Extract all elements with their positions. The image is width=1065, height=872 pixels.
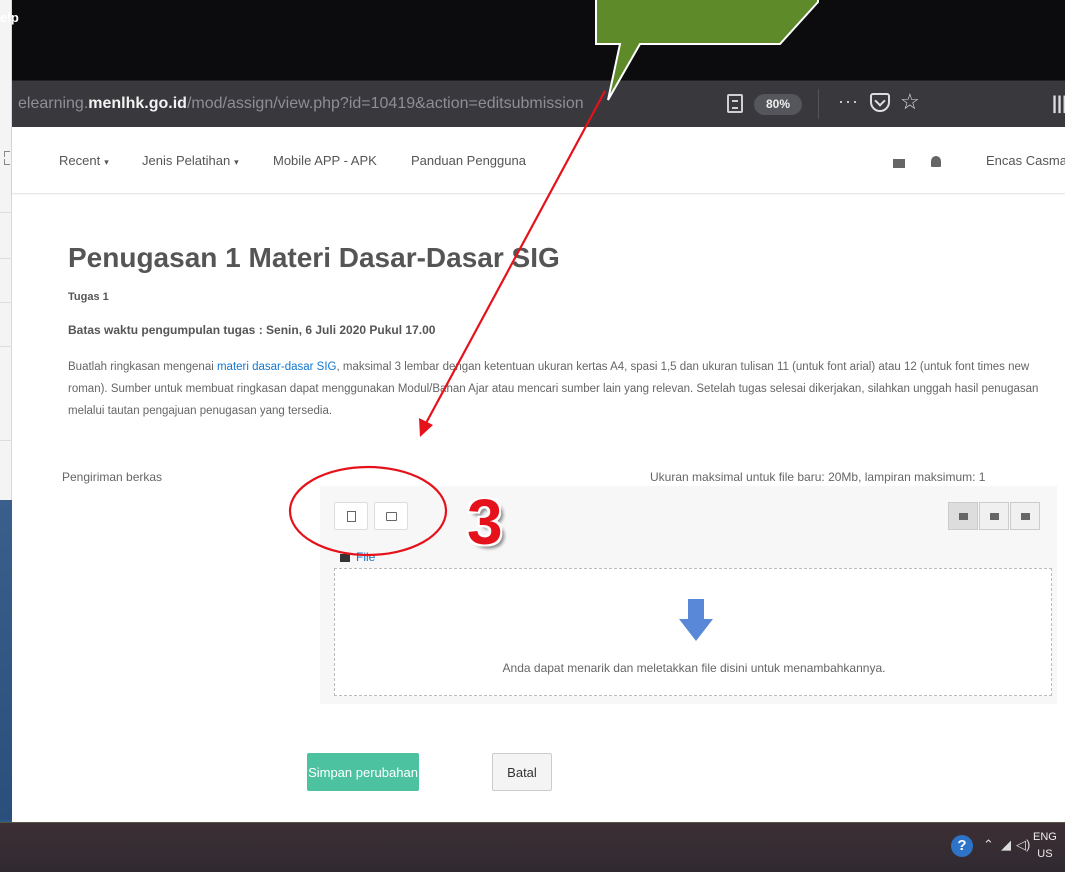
url-text[interactable]: elearning.menlhk.go.id/mod/assign/view.p… [18,95,584,113]
file-size-info: Ukuran maksimal untuk file baru: 20Mb, l… [650,470,986,484]
file-dropzone[interactable]: Anda dapat menarik dan meletakkan file d… [334,568,1052,696]
help-menu[interactable]: elp [0,10,60,25]
save-changes-button[interactable]: Simpan perubahan [307,753,419,791]
folder-icon [386,512,397,521]
system-tray: ? ⌃ ◢ ◁) ENG US [905,823,1065,872]
windows-taskbar: ? ⌃ ◢ ◁) ENG US [0,822,1065,872]
down-arrow-icon [679,599,713,641]
deadline-text: Batas waktu pengumpulan tugas : Senin, 6… [68,323,436,337]
grid-icon [959,513,968,520]
page-actions-icon[interactable]: ··· [838,91,859,112]
reader-view-icon[interactable] [727,94,743,113]
toolbar-divider [818,89,819,119]
browser-window: elp elearning.menlhk.go.id/mod/assign/vi… [0,0,1065,822]
user-menu[interactable]: Encas Casma [986,153,1065,168]
nav-item-recent[interactable]: Recent ▾ [59,153,109,168]
cancel-button[interactable]: Batal [492,753,552,791]
assignment-description: Buatlah ringkasan mengenai materi dasar-… [68,361,1039,417]
volume-icon[interactable]: ◁) [1016,837,1030,853]
address-bar[interactable]: elearning.menlhk.go.id/mod/assign/view.p… [12,80,1065,127]
file-icon [347,511,356,522]
desktop-background [0,500,12,820]
view-icons-button[interactable] [948,502,978,530]
view-tree-button[interactable] [1010,502,1040,530]
main-content: Penugasan 1 Materi Dasar-Dasar SIG Tugas… [12,195,1065,822]
bookmark-star-icon[interactable]: ☆ [900,89,920,115]
dropzone-text: Anda dapat menarik dan meletakkan file d… [502,661,886,675]
tree-folder-icon [1021,513,1030,520]
network-icon[interactable]: ◢ [1001,837,1011,853]
browser-titlebar: elp [0,0,1065,80]
file-manager: File Anda dapat menarik dan meletakkan f… [320,486,1057,704]
assignment-subtitle: Tugas 1 [68,291,109,303]
nav-item-mobile-app[interactable]: Mobile APP - APK [273,153,377,168]
view-list-button[interactable] [979,502,1009,530]
nav-item-panduan[interactable]: Panduan Pengguna [411,153,526,168]
chevron-up-icon[interactable]: ⌃ [983,837,994,853]
library-icon[interactable]: ||| [1052,93,1065,114]
zoom-level-button[interactable]: 80% [754,94,802,115]
input-language-indicator[interactable]: ENG US [1033,829,1057,863]
messages-icon[interactable] [893,159,905,168]
materi-link[interactable]: materi dasar-dasar SIG [217,361,337,373]
chevron-down-icon: ▾ [234,157,239,167]
page-title: Penugasan 1 Materi Dasar-Dasar SIG [68,242,560,273]
folder-icon [340,553,350,562]
chevron-down-icon: ▾ [104,157,109,167]
nav-item-jenis-pelatihan[interactable]: Jenis Pelatihan ▾ [142,153,239,168]
add-file-button[interactable] [334,502,368,530]
file-submission-label: Pengiriman berkas [62,470,163,484]
list-icon [990,513,999,520]
folder-path[interactable]: File [340,550,375,564]
site-navbar: Recent ▾ Jenis Pelatihan ▾ Mobile APP - AP… [4,127,1065,194]
fullscreen-toggle-icon[interactable] [4,151,18,165]
create-folder-button[interactable] [374,502,408,530]
step-number-label: 3 [467,486,503,558]
help-icon[interactable]: ? [951,835,973,857]
pocket-icon[interactable] [870,93,890,112]
file-manager-toolbar [320,486,1057,546]
notifications-bell-icon[interactable] [931,156,941,167]
